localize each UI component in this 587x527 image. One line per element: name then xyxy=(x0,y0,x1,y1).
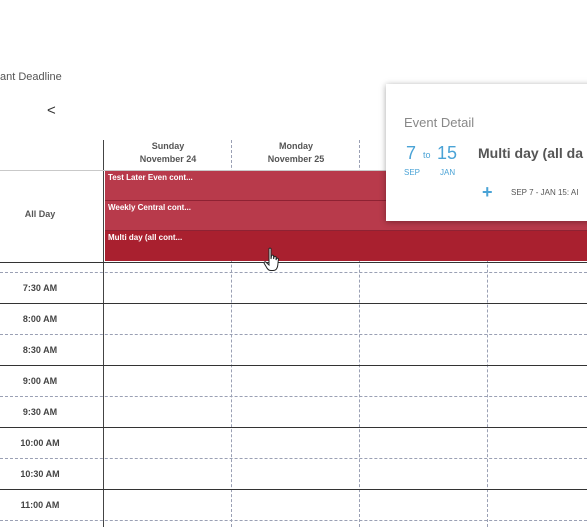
event-multi-day[interactable]: Multi day (all cont... xyxy=(105,230,587,261)
end-month: JAN xyxy=(440,168,456,177)
day-header-monday[interactable]: Monday November 25 xyxy=(232,140,360,166)
time-label: 9:00 AM xyxy=(22,376,58,386)
time-label: 8:30 AM xyxy=(22,345,58,355)
day-header-sunday[interactable]: Sunday November 24 xyxy=(104,140,232,166)
to-label: to xyxy=(423,150,431,160)
grid-line xyxy=(0,334,587,335)
previous-week-button[interactable]: < xyxy=(47,102,56,119)
grid-line xyxy=(0,396,587,397)
end-day: 15 xyxy=(437,143,458,163)
grid-line xyxy=(0,489,587,490)
time-label: 9:30 AM xyxy=(22,407,58,417)
grid-line xyxy=(0,272,587,273)
start-month: SEP xyxy=(404,168,421,177)
all-day-label: All Day xyxy=(24,209,56,219)
event-name: Multi day (all da xyxy=(478,145,584,161)
calendar-title: ant Deadline xyxy=(0,71,62,83)
grid-line xyxy=(0,458,587,459)
day-name: Sunday xyxy=(151,141,185,151)
event-detail-popup: Event Detail 7 to 15 SEP JAN Multi day (… xyxy=(386,84,587,221)
day-date: November 25 xyxy=(267,154,325,164)
plus-icon[interactable]: + xyxy=(482,182,493,203)
grid-line xyxy=(0,365,587,366)
grid-line xyxy=(0,262,587,263)
grid-line xyxy=(0,520,587,521)
time-label: 10:00 AM xyxy=(20,438,60,448)
time-label: 7:30 AM xyxy=(22,283,58,293)
day-name: Monday xyxy=(278,141,313,151)
day-date: November 24 xyxy=(139,154,197,164)
grid-line xyxy=(0,303,587,304)
grid-line xyxy=(0,427,587,428)
time-label: 8:00 AM xyxy=(22,314,58,324)
hand-cursor-icon xyxy=(263,247,279,271)
popup-title: Event Detail xyxy=(404,115,475,130)
time-label: 11:00 AM xyxy=(20,500,60,510)
time-label: 10:30 AM xyxy=(20,469,60,479)
start-day: 7 xyxy=(406,143,417,163)
event-range: SEP 7 - JAN 15: AI xyxy=(511,188,579,197)
